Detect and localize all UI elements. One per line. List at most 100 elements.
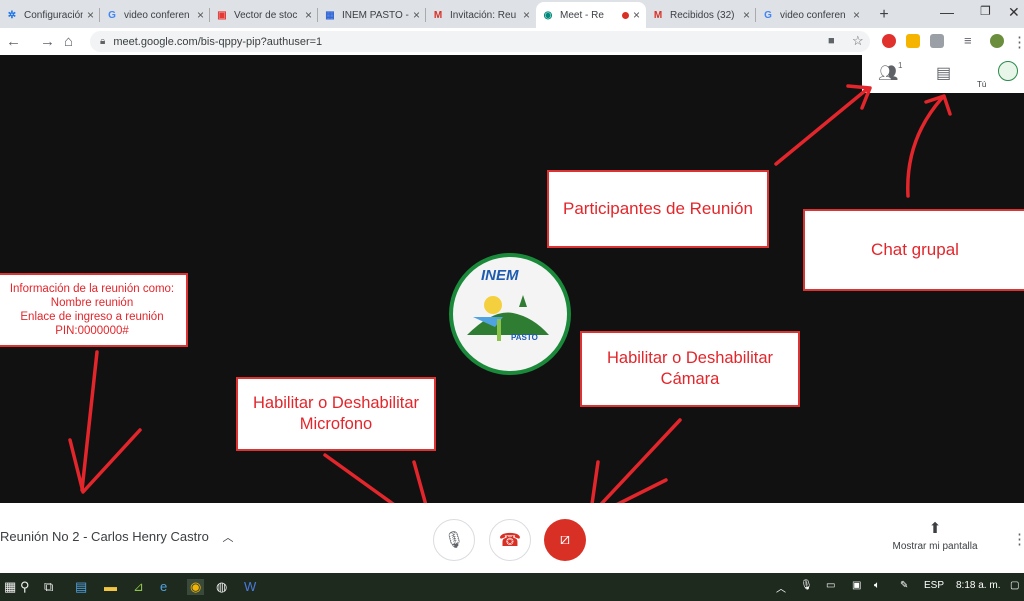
hangup-icon: ☎︎ — [498, 529, 522, 550]
meeting-info-note: Información de la reunión como: Nombre r… — [0, 273, 188, 347]
extension-icon[interactable] — [930, 34, 944, 48]
close-window-icon[interactable]: ✕ — [1008, 4, 1020, 21]
inem-logo: INEM PASTO — [449, 253, 571, 375]
task-view-icon[interactable]: ⧉ — [44, 579, 53, 595]
new-tab-button[interactable]: + — [872, 2, 896, 28]
meeting-name: Reunión No 2 - Carlos Henry Castro — [0, 529, 209, 544]
info-line-2: Nombre reunión — [50, 297, 134, 309]
hangup-button[interactable]: ☎︎ — [489, 519, 531, 561]
file-explorer-icon[interactable]: ▬ — [104, 579, 117, 594]
back-icon[interactable]: ← — [6, 33, 21, 50]
google-icon: G — [108, 9, 116, 21]
present-screen-button[interactable]: ⬆︎ Mostrar mi pantalla — [880, 519, 990, 552]
tab-label: Vector de stoc — [234, 9, 298, 21]
tab-2[interactable]: Gvideo conferen × — [100, 2, 210, 28]
battery-icon[interactable]: ▭ — [826, 580, 835, 591]
volume-icon[interactable]: 🔈︎ — [874, 580, 880, 591]
minimize-icon[interactable]: — — [940, 4, 954, 20]
present-screen-label: Mostrar mi pantalla — [892, 541, 978, 552]
home-icon[interactable]: ⌂ — [64, 33, 73, 50]
tab-7[interactable]: M Recibidos (32) × — [646, 2, 756, 28]
windows-taskbar: ▦ ⚲ ⧉ ▤ ▬ ⊿ e ◉ ◍ W ︿ 🎙︎ ▭ ▣ 🔈︎ ✎ ESP 8:… — [0, 573, 1024, 601]
edge-icon[interactable]: e — [160, 579, 167, 594]
close-tab-icon[interactable]: × — [87, 8, 94, 22]
url-text: meet.google.com/bis-qppy-pip?authuser=1 — [113, 35, 323, 48]
present-screen-icon: ⬆︎ — [928, 520, 942, 537]
close-tab-icon[interactable]: × — [853, 8, 860, 22]
search-icon[interactable]: ⚲ — [20, 579, 30, 595]
info-line-3: Enlace de ingreso a reunión — [20, 311, 164, 323]
tray-chevron-icon[interactable]: ︿ — [776, 580, 786, 595]
gmail-icon: M — [433, 9, 443, 21]
tab-label: INEM PASTO - — [342, 9, 409, 21]
tab-3[interactable]: ▣ Vector de stoc × — [210, 2, 318, 28]
inem-site-icon: ▦ — [325, 9, 335, 21]
camera-button[interactable]: ⧄ — [544, 519, 586, 561]
participants-icon[interactable]: 👥︎ — [878, 63, 898, 83]
forward-icon[interactable]: → — [40, 33, 55, 50]
chat-note: Chat grupal — [803, 209, 1024, 291]
tab-8[interactable]: Gvideo conferen × — [756, 2, 866, 28]
tab-4[interactable]: ▦ INEM PASTO - × — [318, 2, 426, 28]
close-tab-icon[interactable]: × — [197, 8, 204, 22]
tab-5[interactable]: M Invitación: Reu × — [426, 2, 536, 28]
self-avatar[interactable] — [998, 61, 1018, 81]
extension-lock-icon[interactable] — [906, 34, 920, 48]
lock-icon: 🔒︎ — [100, 36, 106, 47]
tray-mic-icon[interactable]: 🎙︎ — [800, 580, 813, 591]
recording-dot-icon — [621, 11, 629, 19]
url-input[interactable]: 🔒︎ meet.google.com/bis-qppy-pip?authuser… — [90, 31, 870, 52]
microphone-button[interactable]: 🎙︎ — [433, 519, 475, 561]
tab-label: Meet - Re — [560, 9, 604, 21]
tab-label: Recibidos (32) — [670, 9, 735, 21]
clock[interactable]: 8:18 a. m. — [956, 580, 1000, 591]
tab-strip: ✲ Configuración × Gvideo conferen × ▣ Vector d… — [0, 0, 1024, 28]
notification-icon[interactable]: ▢ — [1010, 580, 1019, 591]
participants-note: Participantes de Reunión — [547, 170, 769, 248]
network-icon[interactable]: ▣ — [852, 580, 861, 591]
restore-icon[interactable]: ❐ — [980, 4, 991, 18]
tab-label: video conferen — [780, 9, 846, 21]
microphone-note: Habilitar o Deshabilitar Microfono — [236, 377, 436, 451]
gmail-icon: M — [653, 9, 663, 21]
logo-bottom-text: PASTO — [511, 333, 538, 342]
app-icon[interactable]: ⊿ — [133, 579, 144, 595]
close-tab-icon[interactable]: × — [633, 8, 640, 22]
microphone-icon: 🎙︎ — [443, 532, 465, 549]
close-tab-icon[interactable]: × — [413, 8, 420, 22]
close-tab-icon[interactable]: × — [523, 8, 530, 22]
close-tab-icon[interactable]: × — [305, 8, 312, 22]
bookmark-star-icon[interactable]: ☆ — [852, 33, 864, 49]
address-bar: ← → ⌂ 🔒︎ meet.google.com/bis-qppy-pip?au… — [0, 28, 1024, 56]
opera-icon[interactable] — [882, 34, 896, 48]
playlist-icon[interactable]: ≡ — [964, 33, 972, 48]
menu-icon[interactable]: ⋮ — [1012, 33, 1024, 51]
participants-count: 1 — [898, 61, 903, 70]
close-tab-icon[interactable]: × — [743, 8, 750, 22]
meet-top-right-panel: 👥︎ 1 ▤ Tú — [862, 55, 1024, 93]
store-icon[interactable]: ▤ — [75, 579, 87, 595]
gear-icon: ✲ — [7, 9, 17, 21]
chrome-icon[interactable]: ◉ — [187, 579, 205, 595]
pen-icon[interactable]: ✎ — [900, 580, 908, 591]
language-indicator[interactable]: ESP — [924, 580, 944, 591]
tab-6[interactable]: ◉ Meet - Re × — [536, 2, 646, 28]
camera-status-icon[interactable]: ■ — [828, 35, 835, 47]
self-label: Tú — [977, 80, 987, 89]
camera-off-icon: ⧄ — [559, 531, 571, 548]
camera-note: Habilitar o Deshabilitar Cámara — [580, 331, 800, 407]
more-options-icon[interactable]: ⋮ — [1012, 530, 1024, 548]
tab-1[interactable]: ✲ Configuración × — [0, 2, 100, 28]
tab-label: Invitación: Reu — [450, 9, 517, 21]
meeting-details-button[interactable]: Reunión No 2 - Carlos Henry Castro ︿ — [0, 529, 233, 545]
chat-icon[interactable]: ▤ — [936, 63, 951, 83]
info-line-4: PIN:0000000# — [55, 325, 129, 337]
tab-label: video conferen — [124, 9, 190, 21]
vector-site-icon: ▣ — [217, 9, 227, 21]
app-circle-icon[interactable]: ◍ — [216, 579, 227, 595]
word-icon[interactable]: W — [244, 579, 256, 594]
windows-start-icon[interactable]: ▦ — [4, 579, 16, 595]
profile-avatar[interactable] — [990, 34, 1004, 48]
chevron-up-icon: ︿ — [222, 532, 234, 544]
google-icon: G — [764, 9, 772, 21]
